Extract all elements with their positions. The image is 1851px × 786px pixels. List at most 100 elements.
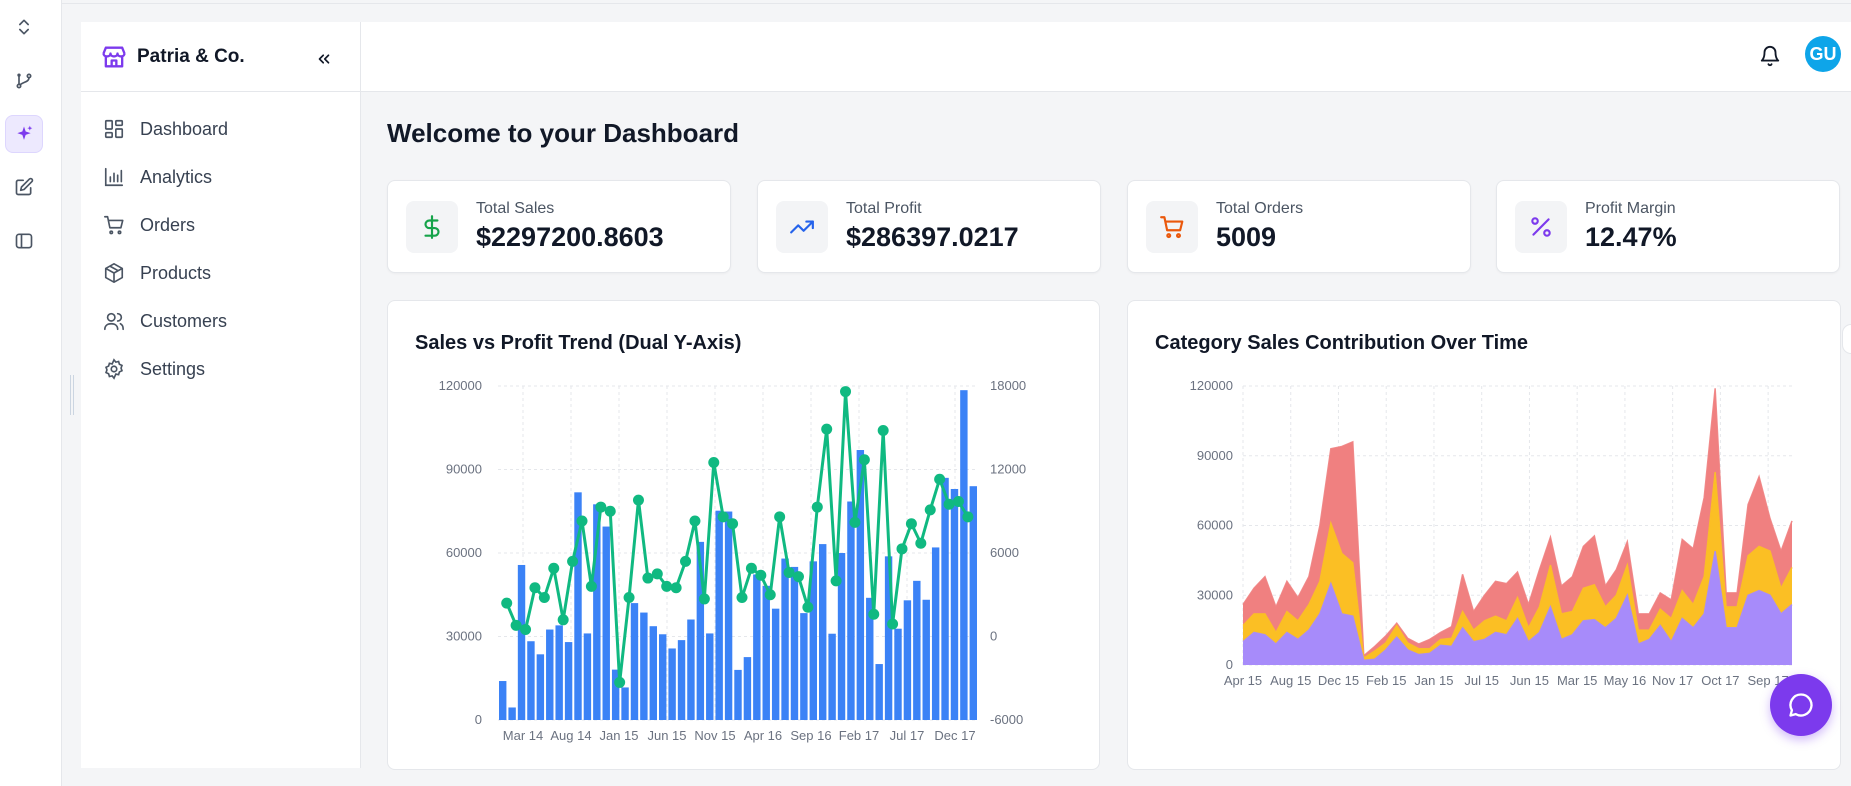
dashboard-icon: [104, 119, 124, 139]
kpi-value: $2297200.8603: [476, 222, 664, 252]
x-tick-label: Sep 16: [790, 728, 831, 743]
y-left-tick-label: 60000: [446, 545, 482, 560]
sidebar-item-dashboard[interactable]: Dashboard: [81, 105, 360, 153]
box-icon: [104, 263, 124, 283]
profit-point: [510, 619, 522, 631]
profit-point: [868, 608, 880, 620]
icon-rail: [0, 0, 62, 786]
x-tick-label: Oct 17: [1701, 673, 1739, 688]
sales-bar: [724, 511, 733, 720]
y-left-tick-label: 120000: [439, 378, 482, 393]
x-tick-label: Feb 17: [839, 728, 879, 743]
sales-bar: [555, 625, 563, 720]
kpi-label: Profit Margin: [1585, 200, 1676, 217]
sidebar: Patria & Co. Dashboard Analytics Orders …: [81, 22, 361, 768]
sales-bar: [517, 564, 526, 720]
kpi-value: 12.47%: [1585, 222, 1677, 252]
edit-icon[interactable]: [5, 168, 43, 206]
x-tick-label: Dec 15: [1318, 673, 1359, 688]
percent-icon: [1515, 201, 1567, 253]
chevron-up-down-icon[interactable]: [5, 8, 43, 46]
sales-bar: [734, 669, 742, 720]
sidebar-item-label: Products: [140, 262, 212, 283]
x-tick-label: Mar 15: [1557, 673, 1597, 688]
sales-bar: [762, 585, 770, 720]
top-border: [62, 0, 1851, 4]
profit-point: [764, 589, 776, 601]
trend-up-icon: [776, 201, 828, 253]
sales-bar: [781, 558, 789, 720]
x-tick-label: Aug 14: [550, 728, 591, 743]
panel-icon[interactable]: [5, 222, 43, 260]
bell-icon[interactable]: [1756, 42, 1784, 70]
dollar-icon: [406, 201, 458, 253]
profit-point: [887, 618, 899, 630]
chart-panel-sales-profit: Sales vs Profit Trend (Dual Y-Axis) 0 300…: [387, 300, 1100, 770]
y-left-tick-label: 90000: [446, 462, 482, 477]
panel-edge-handle[interactable]: [1842, 324, 1851, 354]
x-tick-label: Apr 16: [744, 728, 782, 743]
kpi-card-total-sales: Total Sales $2297200.8603: [387, 180, 731, 273]
kpi-value: 5009: [1216, 222, 1277, 252]
sales-bar: [800, 613, 808, 720]
sales-bar: [640, 612, 648, 720]
sidebar-nav: Dashboard Analytics Orders Products Cust…: [81, 92, 360, 393]
sales-bar: [564, 642, 573, 720]
sidebar-item-analytics[interactable]: Analytics: [81, 153, 360, 201]
sales-bar: [546, 629, 554, 720]
storefront-icon: [99, 42, 129, 72]
profit-point: [717, 511, 729, 523]
kpi-card-profit-margin: Profit Margin 12.47%: [1496, 180, 1840, 273]
profit-point: [651, 568, 663, 580]
x-tick-label: Feb 15: [1366, 673, 1406, 688]
sparkles-icon[interactable]: [5, 115, 43, 153]
sales-bar: [894, 628, 902, 720]
y-right-tick-label: 6000: [990, 545, 1019, 560]
avatar[interactable]: GU: [1805, 36, 1841, 72]
y-tick-label: 0: [1226, 657, 1233, 672]
sidebar-item-label: Settings: [140, 358, 206, 379]
users-icon: [104, 312, 124, 331]
profit-point: [538, 592, 550, 604]
y-tick-label: 120000: [1190, 378, 1233, 393]
y-right-tick-label: -6000: [990, 712, 1023, 727]
x-tick-label: Jan 15: [1414, 673, 1453, 688]
profit-point: [680, 555, 692, 567]
profit-point: [877, 425, 889, 437]
y-right-tick-label: 0: [990, 629, 997, 644]
collapse-sidebar-button[interactable]: [309, 44, 339, 74]
profit-point: [576, 515, 588, 527]
x-tick-label: Apr 15: [1224, 673, 1262, 688]
sidebar-item-orders[interactable]: Orders: [81, 201, 360, 249]
sidebar-item-label: Dashboard: [140, 118, 229, 139]
sidebar-item-customers[interactable]: Customers: [81, 297, 360, 345]
profit-point: [661, 580, 673, 592]
profit-point: [708, 457, 720, 469]
sidebar-item-settings[interactable]: Settings: [81, 345, 360, 393]
chat-button[interactable]: [1770, 674, 1832, 736]
sales-bar: [753, 574, 761, 720]
sidebar-item-products[interactable]: Products: [81, 249, 360, 297]
profit-point: [934, 473, 946, 485]
git-branch-icon[interactable]: [5, 62, 43, 100]
sales-bar: [499, 681, 507, 720]
sales-bar: [630, 603, 639, 720]
profit-point: [623, 592, 635, 604]
gear-icon: [105, 358, 123, 380]
sales-bar: [922, 599, 930, 720]
profit-point: [642, 572, 654, 584]
sales-bar: [828, 633, 836, 720]
sales-bar: [602, 526, 610, 720]
profit-point: [727, 518, 739, 530]
resize-handle[interactable]: [70, 375, 74, 415]
sales-profit-chart: 0 30000 60000 90000 120000 -6000 0 6000 12000 180…: [439, 378, 1027, 743]
sidebar-item-label: Orders: [140, 214, 196, 235]
sidebar-item-label: Analytics: [140, 166, 213, 187]
x-tick-label: Jul 17: [890, 728, 925, 743]
cart-icon: [1146, 201, 1198, 253]
sales-bar: [536, 654, 545, 720]
brand-name: Patria & Co.: [137, 45, 245, 67]
profit-point: [811, 501, 823, 513]
sales-bar: [706, 633, 714, 720]
x-tick-label: Dec 17: [934, 728, 975, 743]
